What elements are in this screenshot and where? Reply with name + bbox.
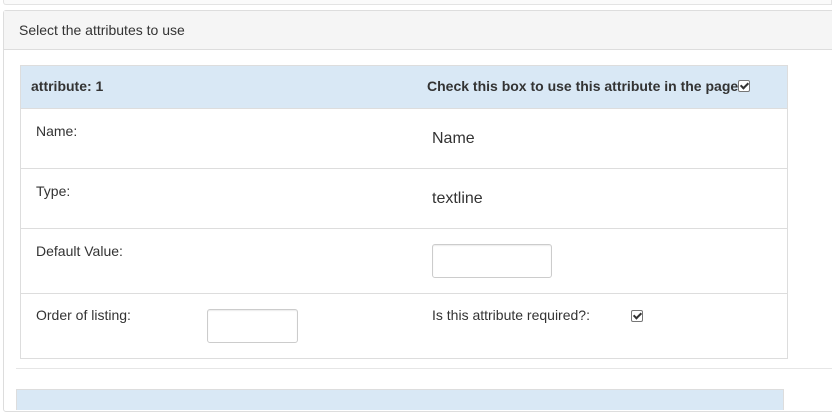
type-value: textline [432, 190, 483, 207]
attributes-panel: Select the attributes to use attribute: … [3, 10, 832, 412]
order-label: Order of listing: [36, 307, 131, 323]
attribute-number-label: attribute: 1 [31, 78, 104, 94]
next-attribute-header [16, 389, 784, 410]
name-label: Name: [36, 123, 78, 139]
previous-panel-edge [0, 0, 832, 5]
type-row: Type: textline [21, 168, 787, 229]
order-input[interactable] [207, 309, 298, 343]
attribute-table: attribute: 1 Check this box to use this … [20, 65, 788, 359]
type-label: Type: [36, 183, 71, 199]
panel-title: Select the attributes to use [19, 22, 185, 38]
default-value-row: Default Value: [21, 228, 787, 294]
attribute-header-row: attribute: 1 Check this box to use this … [21, 66, 787, 108]
required-label: Is this attribute required?: [432, 307, 590, 323]
panel-heading: Select the attributes to use [4, 11, 832, 50]
order-row: Order of listing: Is this attribute requ… [21, 293, 787, 359]
name-row: Name: Name [21, 108, 787, 169]
use-attribute-label: Check this box to use this attribute in … [427, 78, 739, 94]
required-checkbox[interactable] [631, 310, 643, 322]
table-separator [16, 368, 832, 369]
name-value: Name [432, 130, 475, 147]
default-value-input[interactable] [432, 244, 552, 278]
default-value-label: Default Value: [36, 243, 123, 259]
use-attribute-checkbox[interactable] [738, 80, 750, 92]
